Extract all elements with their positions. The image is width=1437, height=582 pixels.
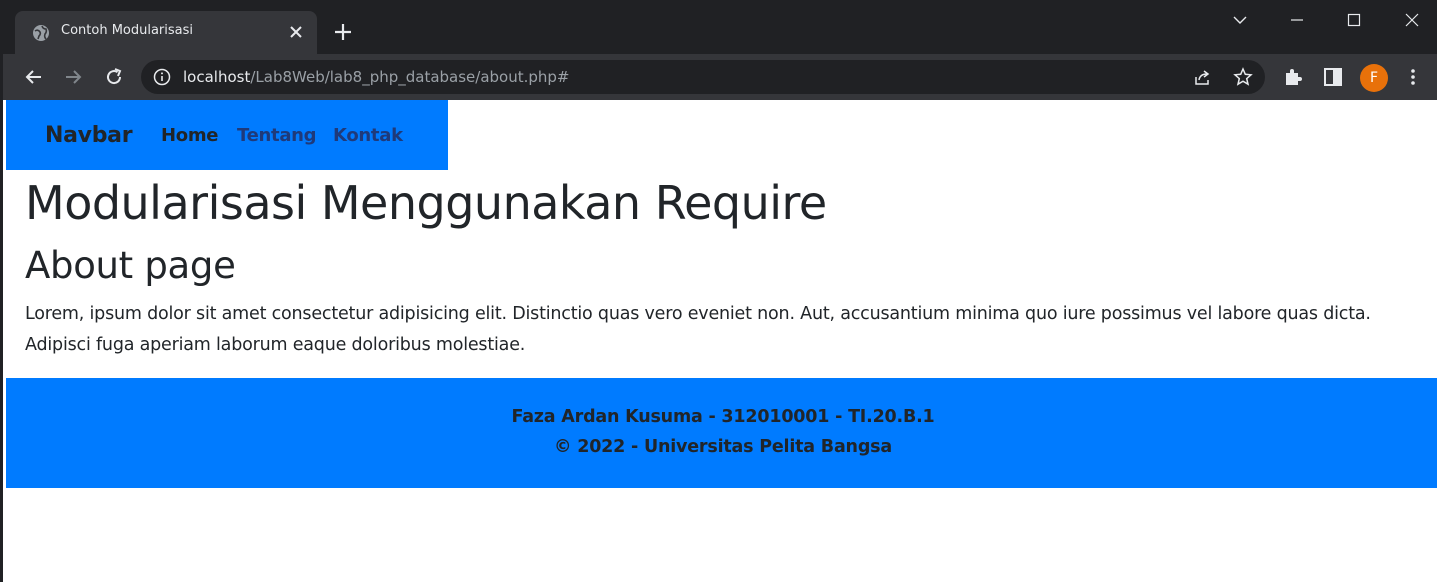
back-arrow-icon[interactable]: [22, 65, 46, 89]
close-tab-icon[interactable]: [286, 22, 306, 42]
new-tab-icon[interactable]: [331, 20, 355, 44]
extensions-puzzle-icon[interactable]: [1282, 66, 1304, 88]
web-page: Navbar Home Tentang Kontak Modularisasi …: [6, 100, 1437, 582]
footer-author: Faza Ardan Kusuma - 312010001 - TI.20.B.…: [511, 407, 935, 427]
page-title: Modularisasi Menggunakan Require: [25, 176, 827, 230]
navbar: Navbar Home Tentang Kontak: [6, 100, 448, 170]
forward-arrow-icon[interactable]: [61, 65, 85, 89]
side-panel-icon[interactable]: [1322, 66, 1344, 88]
site-info-icon[interactable]: [153, 68, 171, 86]
tab-search-chevron-icon[interactable]: [1228, 8, 1252, 32]
page-subtitle: About page: [25, 244, 236, 287]
nav-link-kontak[interactable]: Kontak: [333, 125, 403, 146]
tab-title: Contoh Modularisasi: [61, 23, 194, 38]
url-text[interactable]: localhost/Lab8Web/lab8_php_database/abou…: [183, 68, 570, 86]
url-host: localhost: [183, 68, 251, 86]
url-path: /Lab8Web/lab8_php_database/about.php#: [250, 68, 570, 86]
footer-copyright: © 2022 - Universitas Pelita Bangsa: [554, 437, 892, 457]
tab-strip: Contoh Modularisasi: [3, 0, 1437, 54]
address-bar[interactable]: localhost/Lab8Web/lab8_php_database/abou…: [141, 60, 1265, 94]
minimize-icon[interactable]: [1285, 8, 1309, 32]
nav-link-tentang[interactable]: Tentang: [237, 125, 317, 146]
more-menu-icon[interactable]: [1402, 66, 1424, 88]
footer: Faza Ardan Kusuma - 312010001 - TI.20.B.…: [6, 378, 1437, 488]
browser-window: Contoh Modularisasi localhost/Lab8Web/la…: [0, 0, 1437, 582]
about-paragraph: Lorem, ipsum dolor sit amet consectetur …: [25, 304, 1371, 355]
close-window-icon[interactable]: [1400, 8, 1424, 32]
reload-icon[interactable]: [102, 65, 126, 89]
browser-tab[interactable]: Contoh Modularisasi: [15, 11, 317, 54]
browser-toolbar: localhost/Lab8Web/lab8_php_database/abou…: [3, 54, 1437, 100]
profile-avatar[interactable]: F: [1360, 64, 1388, 92]
share-icon[interactable]: [1193, 67, 1213, 87]
nav-link-home[interactable]: Home: [161, 125, 219, 146]
maximize-icon[interactable]: [1342, 8, 1366, 32]
globe-icon: [33, 25, 49, 41]
bookmark-star-icon[interactable]: [1233, 67, 1253, 87]
navbar-brand[interactable]: Navbar: [45, 123, 133, 148]
